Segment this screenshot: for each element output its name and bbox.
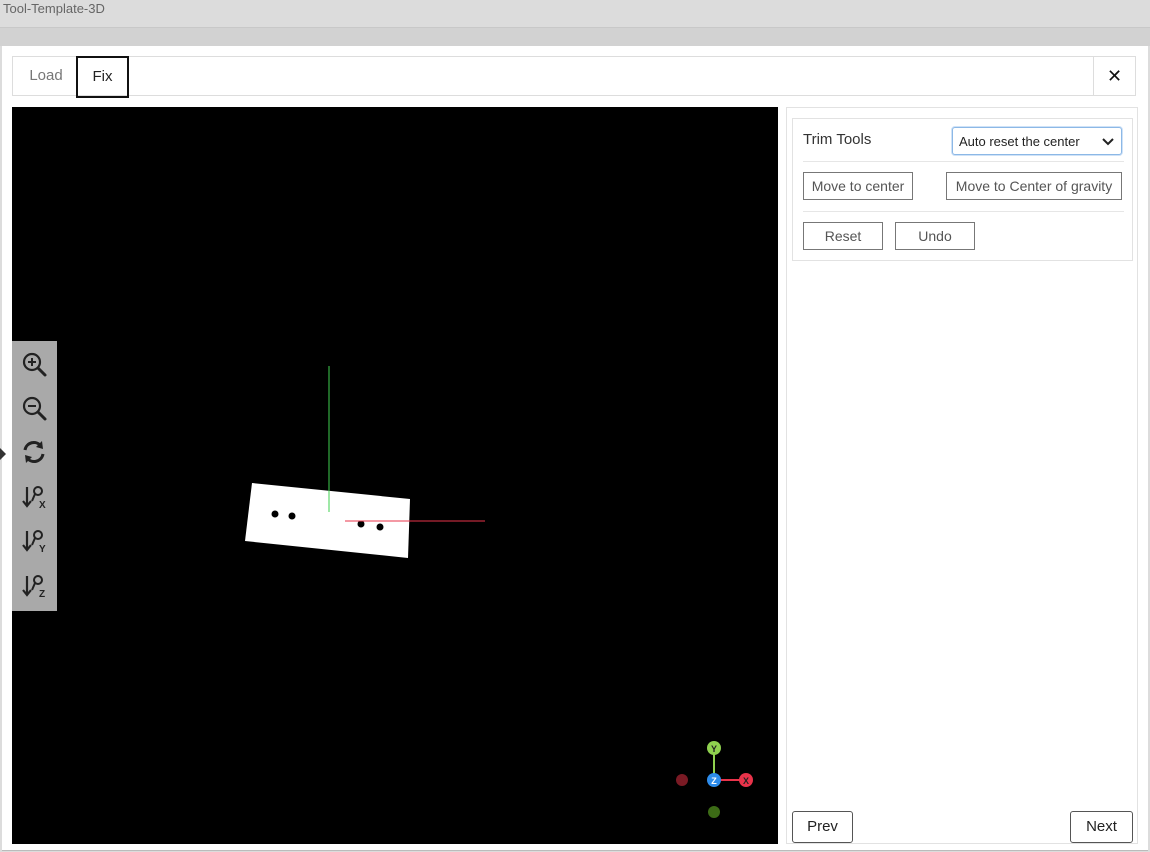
3d-viewport[interactable]: Y X Z X Y Z — [12, 107, 778, 844]
model-hole — [271, 510, 279, 518]
refresh-button[interactable] — [20, 438, 48, 466]
toolbar-strip — [0, 28, 1150, 46]
sort-x-button[interactable]: X — [20, 483, 48, 511]
chevron-down-icon — [1102, 138, 1114, 146]
model-hole — [288, 512, 296, 520]
sort-x-icon: X — [22, 486, 46, 511]
gizmo-neg-x — [676, 774, 688, 786]
close-icon: ✕ — [1106, 66, 1123, 86]
sort-y-button[interactable]: Y — [20, 527, 48, 555]
center-mode-select[interactable]: Auto reset the center — [952, 127, 1122, 155]
close-button[interactable]: ✕ — [1093, 57, 1135, 95]
undo-button[interactable]: Undo — [895, 222, 975, 250]
center-mode-value: Auto reset the center — [959, 134, 1080, 149]
tab-fix[interactable]: Fix — [76, 56, 129, 98]
next-button[interactable]: Next — [1070, 811, 1133, 843]
move-to-gravity-button[interactable]: Move to Center of gravity — [946, 172, 1122, 200]
sort-z-icon: Z — [22, 575, 45, 600]
svg-text:X: X — [39, 500, 46, 511]
gizmo-neg-y — [708, 806, 720, 818]
expand-arrow-icon[interactable] — [0, 448, 6, 460]
axis-gizmo: Y X Z — [676, 741, 753, 818]
model-hole — [376, 523, 384, 531]
prev-button[interactable]: Prev — [792, 811, 853, 843]
zoom-in-icon — [22, 352, 47, 377]
tab-bar: Load Fix ✕ — [12, 56, 1136, 98]
zoom-in-button[interactable] — [20, 350, 48, 378]
trim-tools-box: Trim Tools Auto reset the center Move to… — [792, 118, 1133, 261]
scene-canvas: Y X Z — [245, 366, 753, 818]
trim-tools-title: Trim Tools — [803, 131, 872, 148]
divider — [803, 161, 1124, 162]
view-toolbar: X Y Z — [12, 341, 57, 611]
window-title: Tool-Template-3D — [3, 1, 105, 16]
zoom-out-icon — [22, 396, 47, 421]
sort-z-button[interactable]: Z — [20, 572, 48, 600]
divider — [803, 211, 1124, 212]
tab-load[interactable]: Load — [17, 56, 75, 98]
zoom-out-button[interactable] — [20, 394, 48, 422]
window-title-bar — [0, 0, 1150, 27]
gizmo-z-label: Z — [711, 776, 717, 786]
main-panel: Load Fix ✕ Y X Z X Y Z Trim Tools Auto r… — [2, 46, 1148, 851]
gizmo-x-label: X — [743, 776, 749, 786]
gizmo-y-label: Y — [711, 744, 717, 754]
svg-text:Z: Z — [39, 589, 45, 600]
trim-tools-panel: Trim Tools Auto reset the center Move to… — [786, 107, 1138, 844]
model-hole — [357, 520, 365, 528]
move-to-center-button[interactable]: Move to center — [803, 172, 913, 200]
svg-text:Y: Y — [39, 544, 46, 555]
sort-y-icon: Y — [22, 530, 46, 555]
reset-button[interactable]: Reset — [803, 222, 883, 250]
refresh-icon — [23, 441, 45, 463]
